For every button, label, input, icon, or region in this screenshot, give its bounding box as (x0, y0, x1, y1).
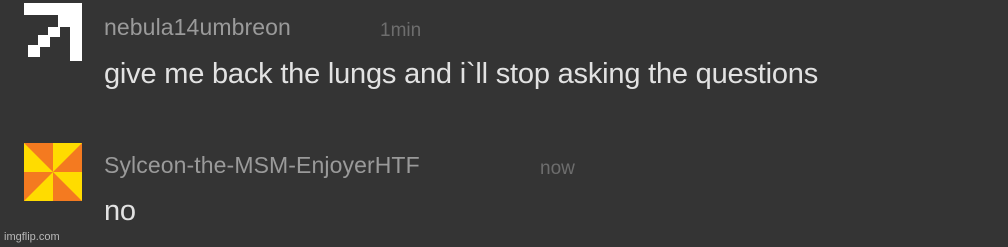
timestamp: 1min (380, 20, 422, 41)
comment: Sylceon-the-MSM-EnjoyerHTF now no (0, 138, 1008, 238)
comment-message: give me back the lungs and i`ll stop ask… (104, 58, 819, 90)
comment-message: no (104, 195, 136, 227)
timestamp: now (540, 158, 575, 179)
page: { "comments": [ { "username": "nebula14u… (0, 0, 1008, 247)
pixel-arrow-icon (24, 3, 82, 61)
watermark: imgflip.com (4, 231, 60, 243)
username[interactable]: nebula14umbreon (104, 14, 291, 41)
avatar[interactable] (24, 143, 82, 201)
comment: nebula14umbreon 1min give me back the lu… (0, 0, 1008, 120)
avatar[interactable] (24, 3, 82, 61)
pinwheel-icon (24, 143, 82, 201)
username[interactable]: Sylceon-the-MSM-EnjoyerHTF (104, 152, 420, 179)
